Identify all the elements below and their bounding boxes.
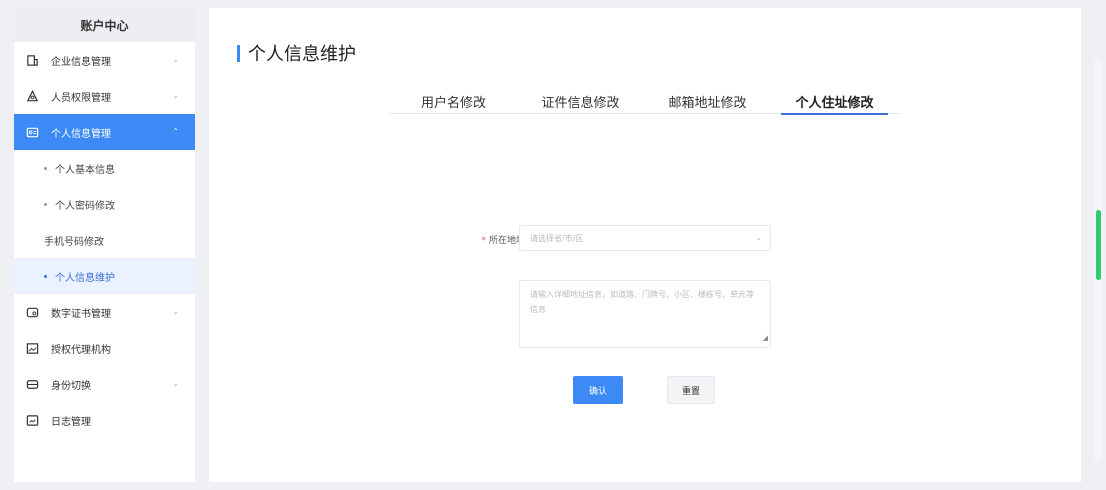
sidebar: 账户中心 企业信息管理 ⌄ 人员权限管理 ⌄ 个人信息管理 ⌃ 个人基本信息 个… — [14, 8, 195, 482]
chevron-down-icon: ⌄ — [172, 307, 179, 316]
sidebar-item-certificates[interactable]: 数字证书管理 ⌄ — [14, 294, 195, 330]
sidebar-item-agency[interactable]: 授权代理机构 — [14, 330, 195, 366]
bullet-icon — [44, 274, 47, 278]
sidebar-subitem-label: 个人基本信息 — [55, 164, 115, 176]
chevron-down-icon: ⌄ — [755, 233, 762, 242]
id-card-icon — [25, 125, 39, 139]
chevron-down-icon: ⌄ — [172, 91, 179, 100]
sidebar-item-enterprise[interactable]: 企业信息管理 ⌄ — [14, 42, 195, 78]
sidebar-item-personal-info[interactable]: 个人信息管理 ⌃ — [14, 114, 195, 150]
bullet-icon — [44, 202, 47, 206]
tab-email[interactable]: 邮箱地址修改 — [644, 88, 771, 114]
sidebar-item-logs[interactable]: 日志管理 — [14, 402, 195, 438]
page-title-text: 个人信息维护 — [248, 44, 356, 65]
address-region-placeholder: 请选择省/市/区 — [530, 233, 584, 243]
app-window: 账户中心 企业信息管理 ⌄ 人员权限管理 ⌄ 个人信息管理 ⌃ 个人基本信息 个… — [0, 0, 1106, 490]
sidebar-item-permissions[interactable]: 人员权限管理 ⌄ — [14, 78, 195, 114]
confirm-button[interactable]: 确认 — [573, 376, 623, 404]
scrollbar-thumb[interactable] — [1096, 210, 1101, 280]
sidebar-item-label: 个人信息管理 — [51, 128, 111, 140]
sidebar-subitem-label: 个人密码修改 — [55, 200, 115, 212]
main-panel: 个人信息维护 用户名修改 证件信息修改 邮箱地址修改 个人住址修改 * 所在地址 … — [209, 8, 1081, 482]
required-marker: * — [481, 236, 486, 246]
tab-username[interactable]: 用户名修改 — [390, 88, 517, 114]
address-detail-textarea[interactable]: 请输入详细地址信息，如道路、门牌号、小区、楼栋号、单元等信息 ◢ — [519, 280, 771, 348]
building-icon — [25, 53, 39, 67]
address-label: * 所在地址 — [467, 233, 525, 246]
certificate-icon — [25, 305, 39, 319]
sidebar-subitem-phone[interactable]: 手机号码修改 — [14, 222, 195, 258]
sidebar-header: 账户中心 — [14, 8, 195, 42]
tab-id-document[interactable]: 证件信息修改 — [517, 88, 644, 114]
chevron-up-icon: ⌃ — [172, 127, 179, 136]
sidebar-subitem-basic-info[interactable]: 个人基本信息 — [14, 150, 195, 186]
switch-icon — [25, 377, 39, 391]
title-accent-bar — [237, 44, 240, 62]
sidebar-subitem-password[interactable]: 个人密码修改 — [14, 186, 195, 222]
sidebar-item-label: 日志管理 — [51, 416, 91, 428]
sidebar-subitem-label: 个人信息维护 — [55, 272, 115, 284]
sidebar-item-label: 数字证书管理 — [51, 308, 111, 320]
user-shield-icon — [25, 89, 39, 103]
sidebar-item-label: 人员权限管理 — [51, 92, 111, 104]
reset-button[interactable]: 重置 — [667, 376, 715, 404]
image-icon — [25, 341, 39, 355]
sidebar-item-label: 企业信息管理 — [51, 56, 111, 68]
address-detail-placeholder: 请输入详细地址信息，如道路、门牌号、小区、楼栋号、单元等信息 — [530, 290, 754, 314]
tab-bar: 用户名修改 证件信息修改 邮箱地址修改 个人住址修改 — [390, 88, 900, 115]
resize-handle-icon[interactable]: ◢ — [763, 331, 768, 346]
chevron-down-icon: ⌄ — [172, 55, 179, 64]
sidebar-item-label: 授权代理机构 — [51, 344, 111, 356]
sidebar-item-label: 身份切换 — [51, 380, 91, 392]
address-region-select[interactable]: 请选择省/市/区 ⌄ — [519, 225, 771, 251]
bullet-icon — [44, 166, 47, 170]
log-icon — [25, 413, 39, 427]
chevron-down-icon: ⌄ — [172, 379, 179, 388]
sidebar-subitem-info-maintenance[interactable]: 个人信息维护 — [14, 258, 195, 294]
sidebar-item-identity-switch[interactable]: 身份切换 ⌄ — [14, 366, 195, 402]
page-title: 个人信息维护 — [237, 40, 356, 66]
sidebar-subitem-label: 手机号码修改 — [44, 236, 104, 248]
tab-address[interactable]: 个人住址修改 — [771, 88, 898, 115]
